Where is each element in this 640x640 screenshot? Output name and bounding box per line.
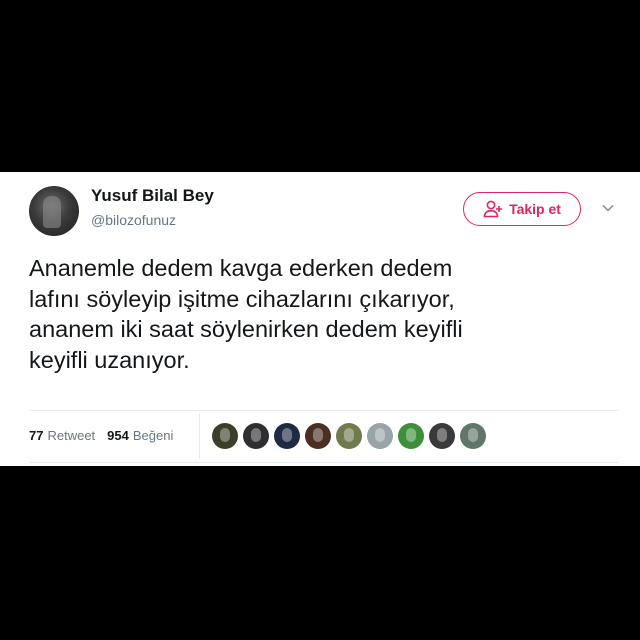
avatar[interactable] [29,186,79,236]
follow-button[interactable]: Takip et [463,192,581,226]
follow-button-label: Takip et [509,201,561,217]
liker-avatar[interactable] [336,423,362,449]
divider [29,410,619,411]
add-user-icon [483,200,503,218]
retweet-label: Retweet [47,428,96,443]
retweet-count: 77 [29,428,44,443]
chevron-down-icon[interactable] [602,204,614,212]
liker-avatar[interactable] [398,423,424,449]
liker-avatar[interactable] [274,423,300,449]
liker-avatar[interactable] [367,423,393,449]
like-count: 954 [107,428,129,443]
user-handle[interactable]: @bilozofunuz [91,212,176,228]
liker-avatar[interactable] [305,423,331,449]
like-label: Beğeni [132,428,174,443]
like-stat[interactable]: 954 Beğeni [107,428,173,443]
user-name[interactable]: Yusuf Bilal Bey [91,186,214,206]
tweet-text: Ananemle dedem kavga ederken dedem lafın… [29,255,463,373]
liker-avatar[interactable] [460,423,486,449]
likers-avatars [212,423,491,449]
divider [29,462,619,463]
tweet-stats: 77 Retweet 954 Beğeni [29,428,185,443]
liker-avatar[interactable] [429,423,455,449]
liker-avatar[interactable] [212,423,238,449]
liker-avatar[interactable] [243,423,269,449]
retweet-stat[interactable]: 77 Retweet [29,428,95,443]
stats-separator [199,413,200,459]
